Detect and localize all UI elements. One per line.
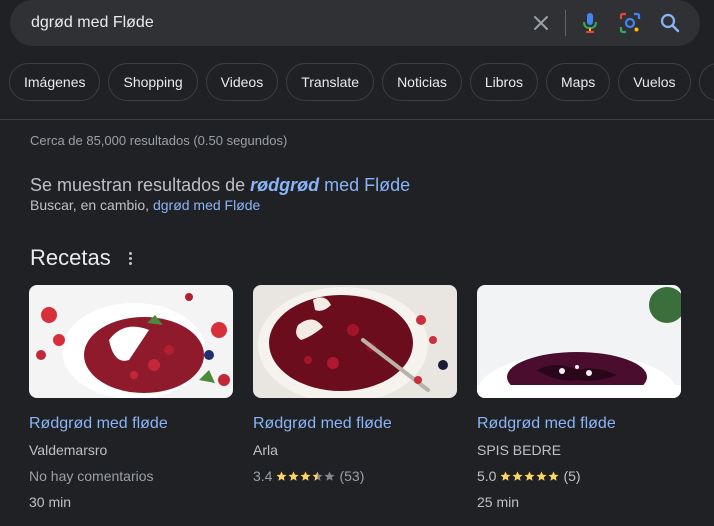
recipe-time: 25 min	[477, 494, 520, 510]
search-instead-prefix: Buscar, en cambio,	[30, 197, 153, 213]
result-stats: Cerca de 85,000 resultados (0.50 segundo…	[30, 133, 288, 148]
recipe-image[interactable]	[477, 285, 681, 398]
recipe-rating: 5.0 (5)	[477, 467, 681, 485]
rating-stars	[500, 471, 559, 482]
search-bar[interactable]: dgrød med Fløde	[10, 0, 700, 46]
rating-value: 5.0	[477, 468, 497, 484]
recipe-card[interactable]: Rødgrød med fløde SPIS BEDRE 5.0 (5) 25 …	[477, 285, 681, 511]
recipes-heading: Recetas	[30, 245, 111, 270]
corrected-rest: med Fløde	[319, 175, 411, 195]
recipe-source: Arla	[253, 442, 278, 458]
star-icon	[313, 471, 323, 481]
star-icon	[301, 471, 311, 481]
star-icon	[289, 471, 299, 481]
spelling-correction: Se muestran resultados de rødgrød med Fl…	[30, 175, 410, 196]
star-icon	[513, 471, 523, 481]
chip-translate[interactable]: Translate	[286, 63, 375, 101]
more-vert-icon[interactable]	[124, 248, 136, 268]
recipe-image[interactable]	[29, 285, 233, 398]
recipe-title[interactable]: Rødgrød med fløde	[477, 414, 681, 434]
rating-stars	[276, 471, 335, 482]
recipe-title[interactable]: Rødgrød med fløde	[29, 414, 233, 434]
rating-count: (5)	[563, 468, 581, 484]
search-input[interactable]: dgrød med Fløde	[31, 14, 521, 32]
microphone-icon[interactable]	[570, 0, 610, 46]
search-instead: Buscar, en cambio, dgrød med Fløde	[30, 197, 260, 213]
recipe-reviews: No hay comentarios	[29, 468, 154, 484]
header-divider	[0, 119, 714, 120]
chip-maps[interactable]: Maps	[546, 63, 611, 101]
clear-icon[interactable]	[521, 0, 561, 46]
chip-books[interactable]: Libros	[469, 63, 538, 101]
recipe-source: Valdemarsro	[29, 442, 108, 458]
recipe-rating: 3.4 (53)	[253, 467, 457, 485]
searchbar-divider	[565, 10, 566, 36]
chip-shopping[interactable]: Shopping	[108, 63, 198, 101]
recipe-card[interactable]: Rødgrød med fløde Valdemarsro No hay com…	[29, 285, 233, 511]
rating-value: 3.4	[253, 468, 273, 484]
star-icon	[501, 471, 511, 481]
star-icon	[525, 471, 535, 481]
recipe-time: 30 min	[29, 494, 72, 510]
correction-prefix: Se muestran resultados de	[30, 175, 251, 195]
star-icon	[325, 471, 335, 481]
chip-news[interactable]: Noticias	[382, 63, 462, 101]
filter-chips: Imágenes Shopping Videos Translate Notic…	[9, 63, 714, 101]
recipe-source: SPIS BEDRE	[477, 442, 562, 458]
chip-flights[interactable]: Vuelos	[618, 63, 691, 101]
chip-finance[interactable]: Fin	[698, 63, 714, 101]
search-icon[interactable]	[650, 0, 690, 46]
star-icon	[549, 471, 559, 481]
recipe-title[interactable]: Rødgrød med fløde	[253, 414, 457, 434]
original-query-link[interactable]: dgrød med Fløde	[153, 197, 260, 213]
chip-videos[interactable]: Videos	[205, 63, 279, 101]
recipe-card[interactable]: Rødgrød med fløde Arla 3.4 (53)	[253, 285, 457, 485]
corrected-query-link[interactable]: rødgrød med Fløde	[250, 175, 410, 195]
star-icon	[277, 471, 287, 481]
chip-images[interactable]: Imágenes	[9, 63, 101, 101]
lens-icon[interactable]	[610, 0, 650, 46]
rating-count: (53)	[339, 468, 365, 484]
star-icon	[537, 471, 547, 481]
recipe-image[interactable]	[253, 285, 457, 398]
corrected-term: rødgrød	[250, 175, 320, 195]
